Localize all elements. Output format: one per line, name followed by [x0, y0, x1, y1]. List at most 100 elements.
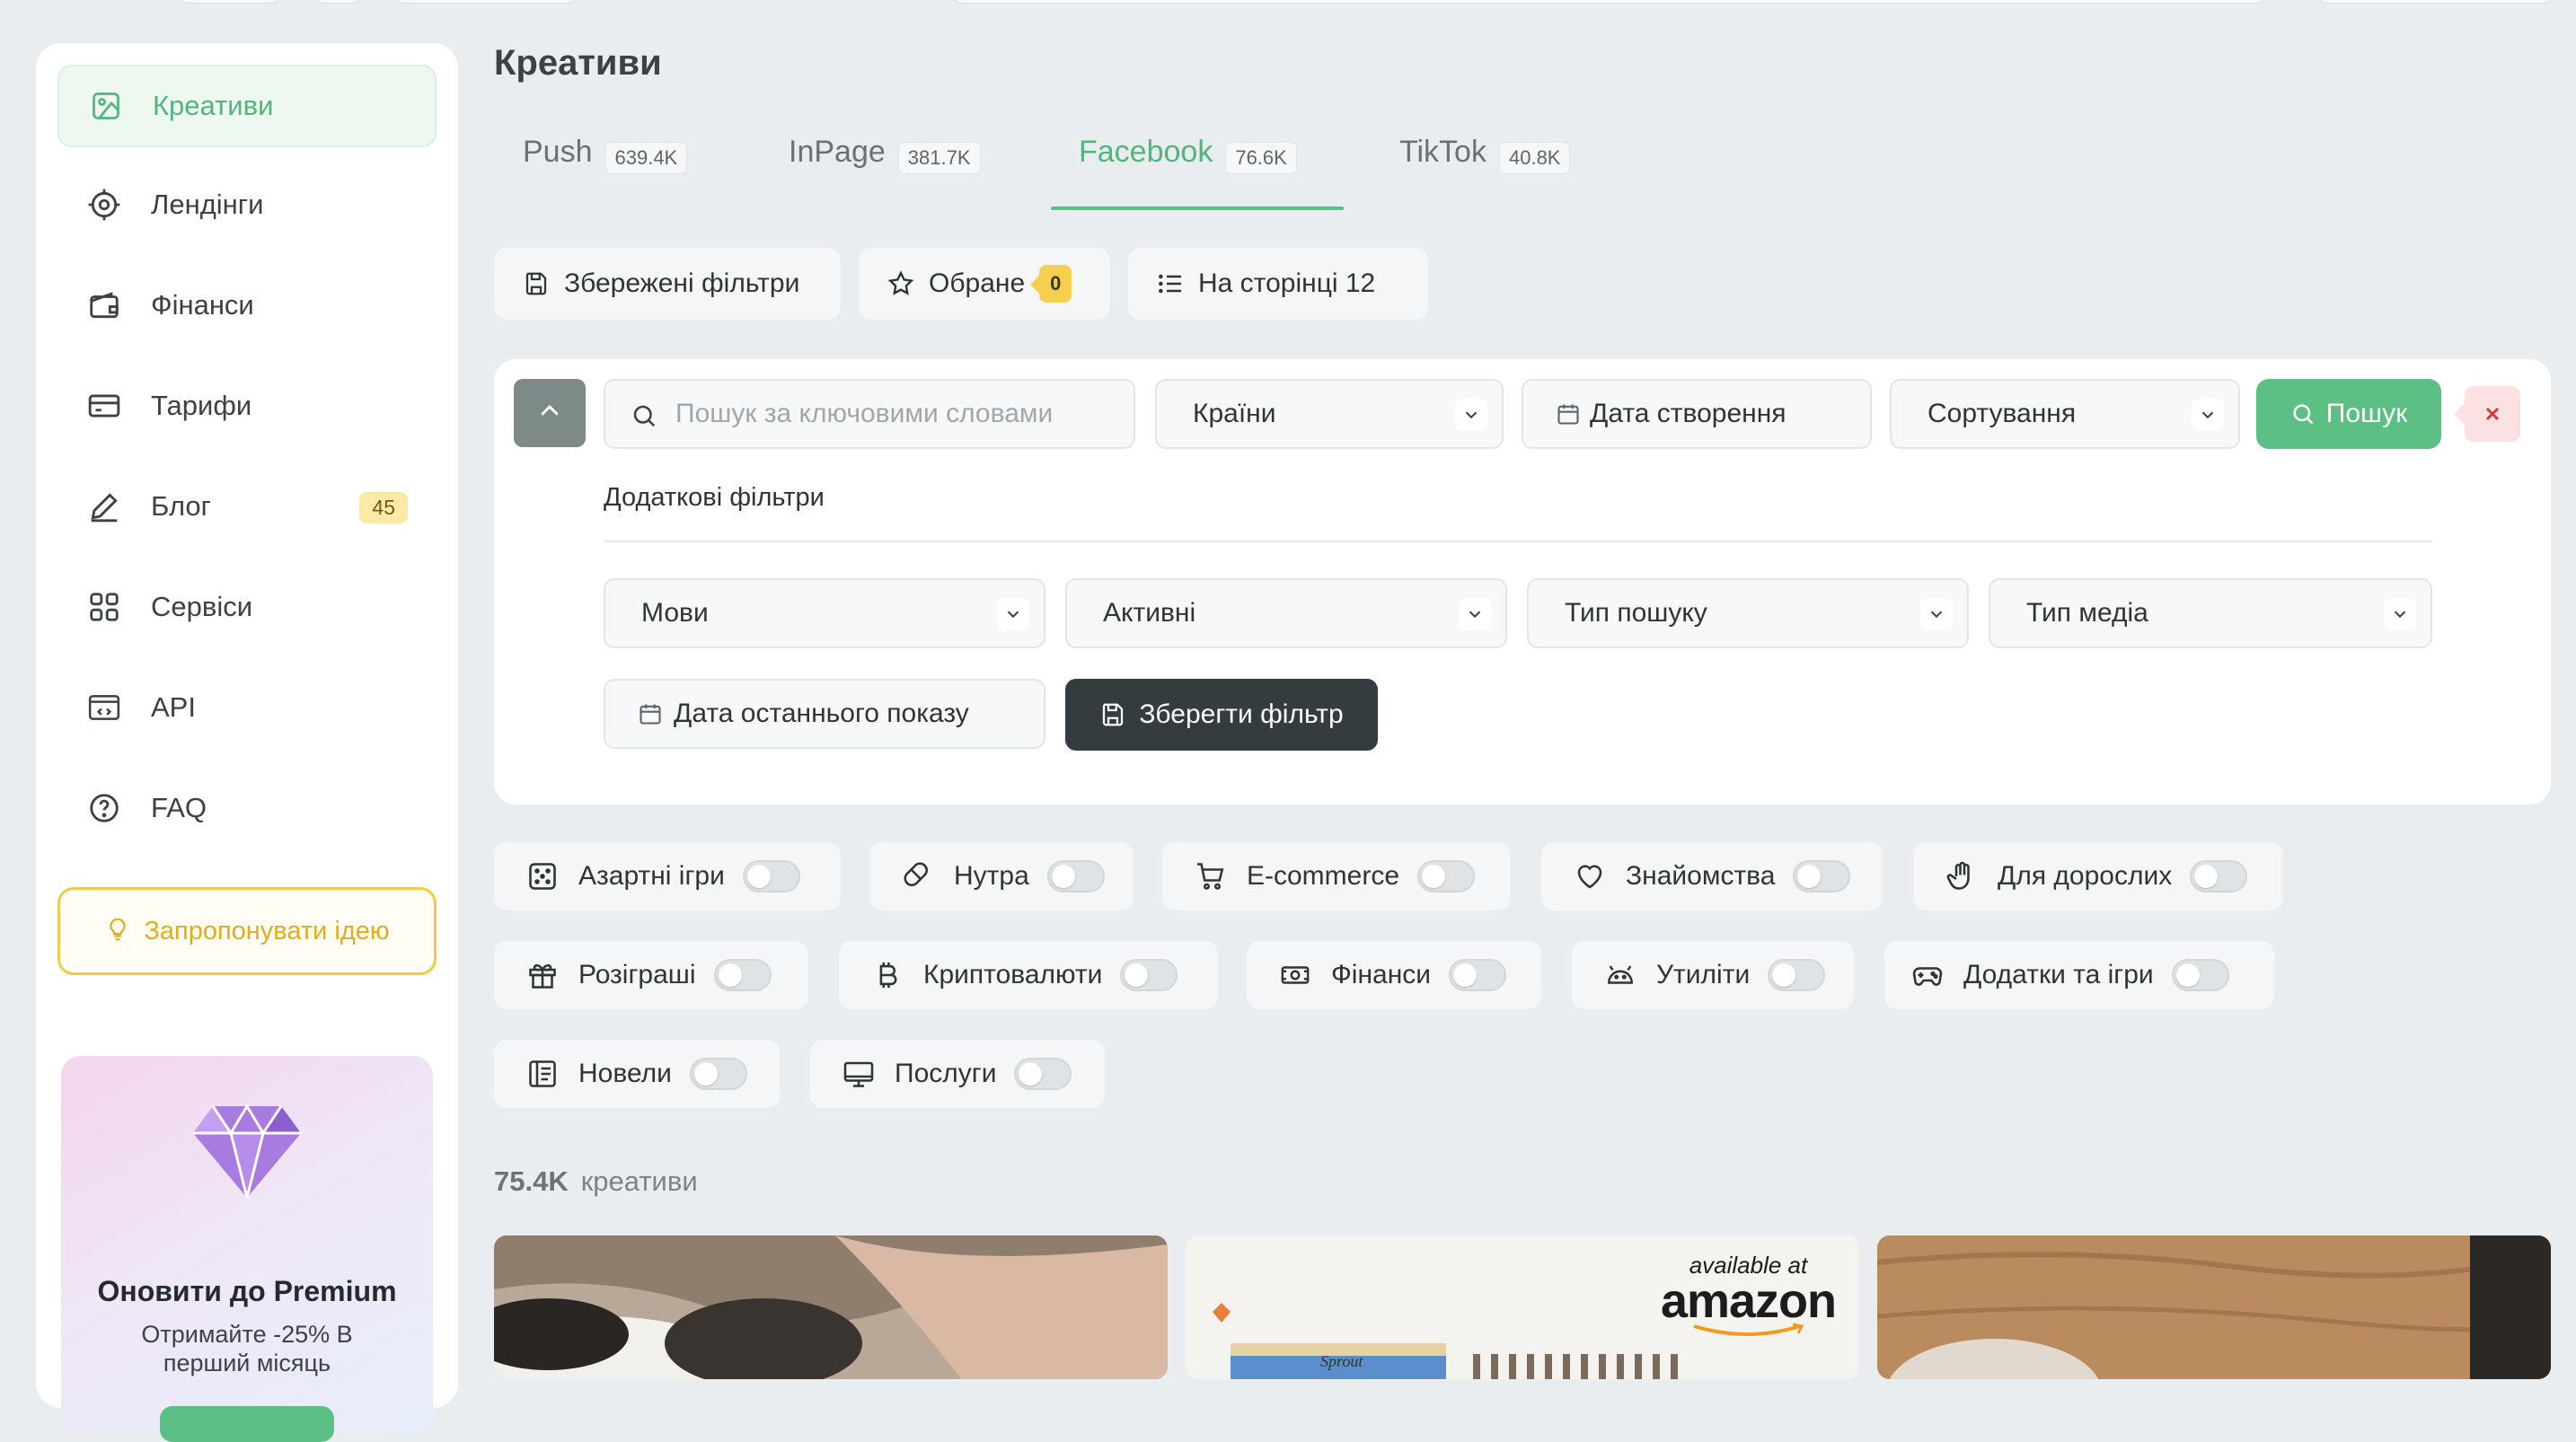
- monitor-icon: [841, 1056, 877, 1092]
- blog-count-badge: 45: [359, 492, 408, 523]
- category-toggle[interactable]: [742, 860, 800, 892]
- per-page-button[interactable]: На сторінці 12: [1128, 248, 1428, 320]
- creative-card[interactable]: [494, 1235, 1168, 1379]
- sidebar-item-label: FAQ: [151, 792, 207, 823]
- save-filter-button[interactable]: Зберегти фільтр: [1065, 679, 1378, 751]
- wood-jar-photo-image: [1877, 1235, 2551, 1379]
- tab-label: TikTok: [1399, 135, 1486, 169]
- category-utilities[interactable]: Утиліти: [1572, 941, 1854, 1009]
- sidebar-item-creatives[interactable]: Креативи: [57, 65, 437, 147]
- category-toggle[interactable]: [1046, 860, 1105, 892]
- floppy-disk-icon: [1099, 701, 1126, 728]
- category-toggle[interactable]: [2190, 860, 2248, 892]
- premium-upgrade-button[interactable]: [160, 1406, 334, 1442]
- category-label: Новели: [578, 1059, 672, 1088]
- countries-select[interactable]: Країни: [1155, 379, 1504, 449]
- sidebar-item-tariffs[interactable]: Тарифи: [57, 365, 437, 447]
- category-apps-games[interactable]: Додатки та ігри: [1884, 941, 2274, 1009]
- category-giveaways[interactable]: Розіграші: [494, 941, 808, 1009]
- sidebar-item-finance[interactable]: Фінанси: [57, 264, 437, 347]
- search-icon: [2290, 401, 2316, 426]
- sidebar-item-blog[interactable]: Блог 45: [57, 465, 437, 548]
- clear-filters-button[interactable]: [2454, 386, 2520, 442]
- category-label: Фінанси: [1331, 960, 1432, 989]
- media-type-select[interactable]: Тип медіа: [1989, 578, 2432, 648]
- keyword-search-input[interactable]: Пошук за ключовими словами: [604, 379, 1135, 449]
- chevron-up-icon: [536, 398, 563, 429]
- tab-tiktok[interactable]: TikTok 40.8K: [1399, 135, 1571, 210]
- tab-push[interactable]: Push 639.4K: [523, 135, 688, 210]
- filter-panel: Пошук за ключовими словами Країни Дата с…: [494, 359, 2551, 805]
- suggest-idea-button[interactable]: Запропонувати ідею: [57, 887, 437, 975]
- save-filter-label: Зберегти фільтр: [1139, 699, 1344, 729]
- category-dating[interactable]: Знайомства: [1541, 842, 1883, 910]
- creative-card[interactable]: [1877, 1235, 2551, 1379]
- category-label: Для дорослих: [1998, 861, 2173, 891]
- category-label: Криптовалюти: [923, 960, 1103, 989]
- category-toggle[interactable]: [1014, 1058, 1072, 1090]
- favorites-button[interactable]: Обране 0: [859, 248, 1110, 320]
- category-toggle[interactable]: [689, 1058, 747, 1090]
- category-label: Розіграші: [578, 960, 696, 989]
- category-toggle[interactable]: [1793, 860, 1851, 892]
- category-toggle[interactable]: [713, 959, 772, 991]
- languages-select[interactable]: Мови: [604, 578, 1045, 648]
- saved-filters-button[interactable]: Збережені фільтри: [494, 248, 841, 320]
- category-toggle[interactable]: [1120, 959, 1178, 991]
- category-adult[interactable]: Для дорослих: [1913, 842, 2283, 910]
- favorites-count-badge: 0: [1030, 265, 1072, 303]
- media-type-label: Тип медіа: [2026, 598, 2148, 628]
- search-placeholder: Пошук за ключовими словами: [675, 399, 1054, 428]
- extra-filters-heading: Додаткові фільтри: [604, 483, 825, 512]
- category-toggle[interactable]: [1449, 959, 1507, 991]
- category-crypto[interactable]: Криптовалюти: [839, 941, 1218, 1009]
- active-select[interactable]: Активні: [1065, 578, 1507, 648]
- saved-filters-label: Збережені фільтри: [564, 268, 800, 298]
- heart-icon: [1572, 858, 1608, 894]
- category-gambling[interactable]: Азартні ігри: [494, 842, 841, 910]
- calendar-icon: [638, 701, 663, 726]
- suggest-idea-label: Запропонувати ідею: [144, 916, 390, 945]
- pill-icon: [900, 858, 936, 894]
- hand-icon: [1944, 858, 1980, 894]
- tab-count: 40.8K: [1498, 142, 1571, 174]
- star-icon: [886, 268, 916, 299]
- chevron-down-icon: [997, 598, 1029, 630]
- tab-inpage[interactable]: InPage 381.7K: [789, 135, 981, 210]
- search-button-label: Пошук: [2325, 399, 2408, 428]
- results-count: 75.4K креативи: [494, 1165, 698, 1198]
- collapse-filters-button[interactable]: [514, 379, 586, 447]
- category-ecommerce[interactable]: E-commerce: [1162, 842, 1511, 910]
- sidebar-item-faq[interactable]: FAQ: [57, 767, 437, 849]
- category-services[interactable]: Послуги: [810, 1040, 1105, 1108]
- last-shown-date-picker[interactable]: Дата останнього показу: [604, 679, 1045, 749]
- category-toggle[interactable]: [1417, 860, 1476, 892]
- pen-icon: [86, 488, 122, 524]
- sort-select[interactable]: Сортування: [1890, 379, 2240, 449]
- search-type-select[interactable]: Тип пошуку: [1527, 578, 1969, 648]
- sidebar-item-label: API: [151, 691, 196, 723]
- category-finance[interactable]: Фінанси: [1247, 941, 1541, 1009]
- gift-icon: [525, 957, 560, 993]
- results-number: 75.4K: [494, 1165, 569, 1197]
- diamond-icon: [191, 1101, 303, 1204]
- search-button[interactable]: Пошук: [2256, 379, 2441, 449]
- sidebar-item-api[interactable]: API: [57, 666, 437, 749]
- category-label: Азартні ігри: [578, 861, 725, 891]
- tab-facebook[interactable]: Facebook 76.6K: [1079, 135, 1297, 210]
- creative-card[interactable]: Sprout available at amazon: [1186, 1235, 1859, 1379]
- category-label: Додатки та ігри: [1963, 960, 2154, 989]
- premium-promo-card: Оновити до Premium Отримайте -25% В перш…: [61, 1056, 433, 1442]
- category-toggle[interactable]: [1768, 959, 1826, 991]
- category-toggle[interactable]: [2171, 959, 2229, 991]
- tab-label: Facebook: [1079, 135, 1213, 169]
- sidebar-item-services[interactable]: Сервіси: [57, 566, 437, 648]
- sidebar-item-label: Лендінги: [151, 189, 264, 220]
- amazon-badge: available at amazon: [1661, 1252, 1837, 1343]
- tab-label: InPage: [789, 135, 886, 169]
- category-novels[interactable]: Новели: [494, 1040, 780, 1108]
- created-date-picker[interactable]: Дата створення: [1522, 379, 1872, 449]
- sidebar-item-landings[interactable]: Лендінги: [57, 163, 437, 246]
- category-nutra[interactable]: Нутра: [869, 842, 1134, 910]
- sidebar-item-label: Креативи: [153, 90, 274, 121]
